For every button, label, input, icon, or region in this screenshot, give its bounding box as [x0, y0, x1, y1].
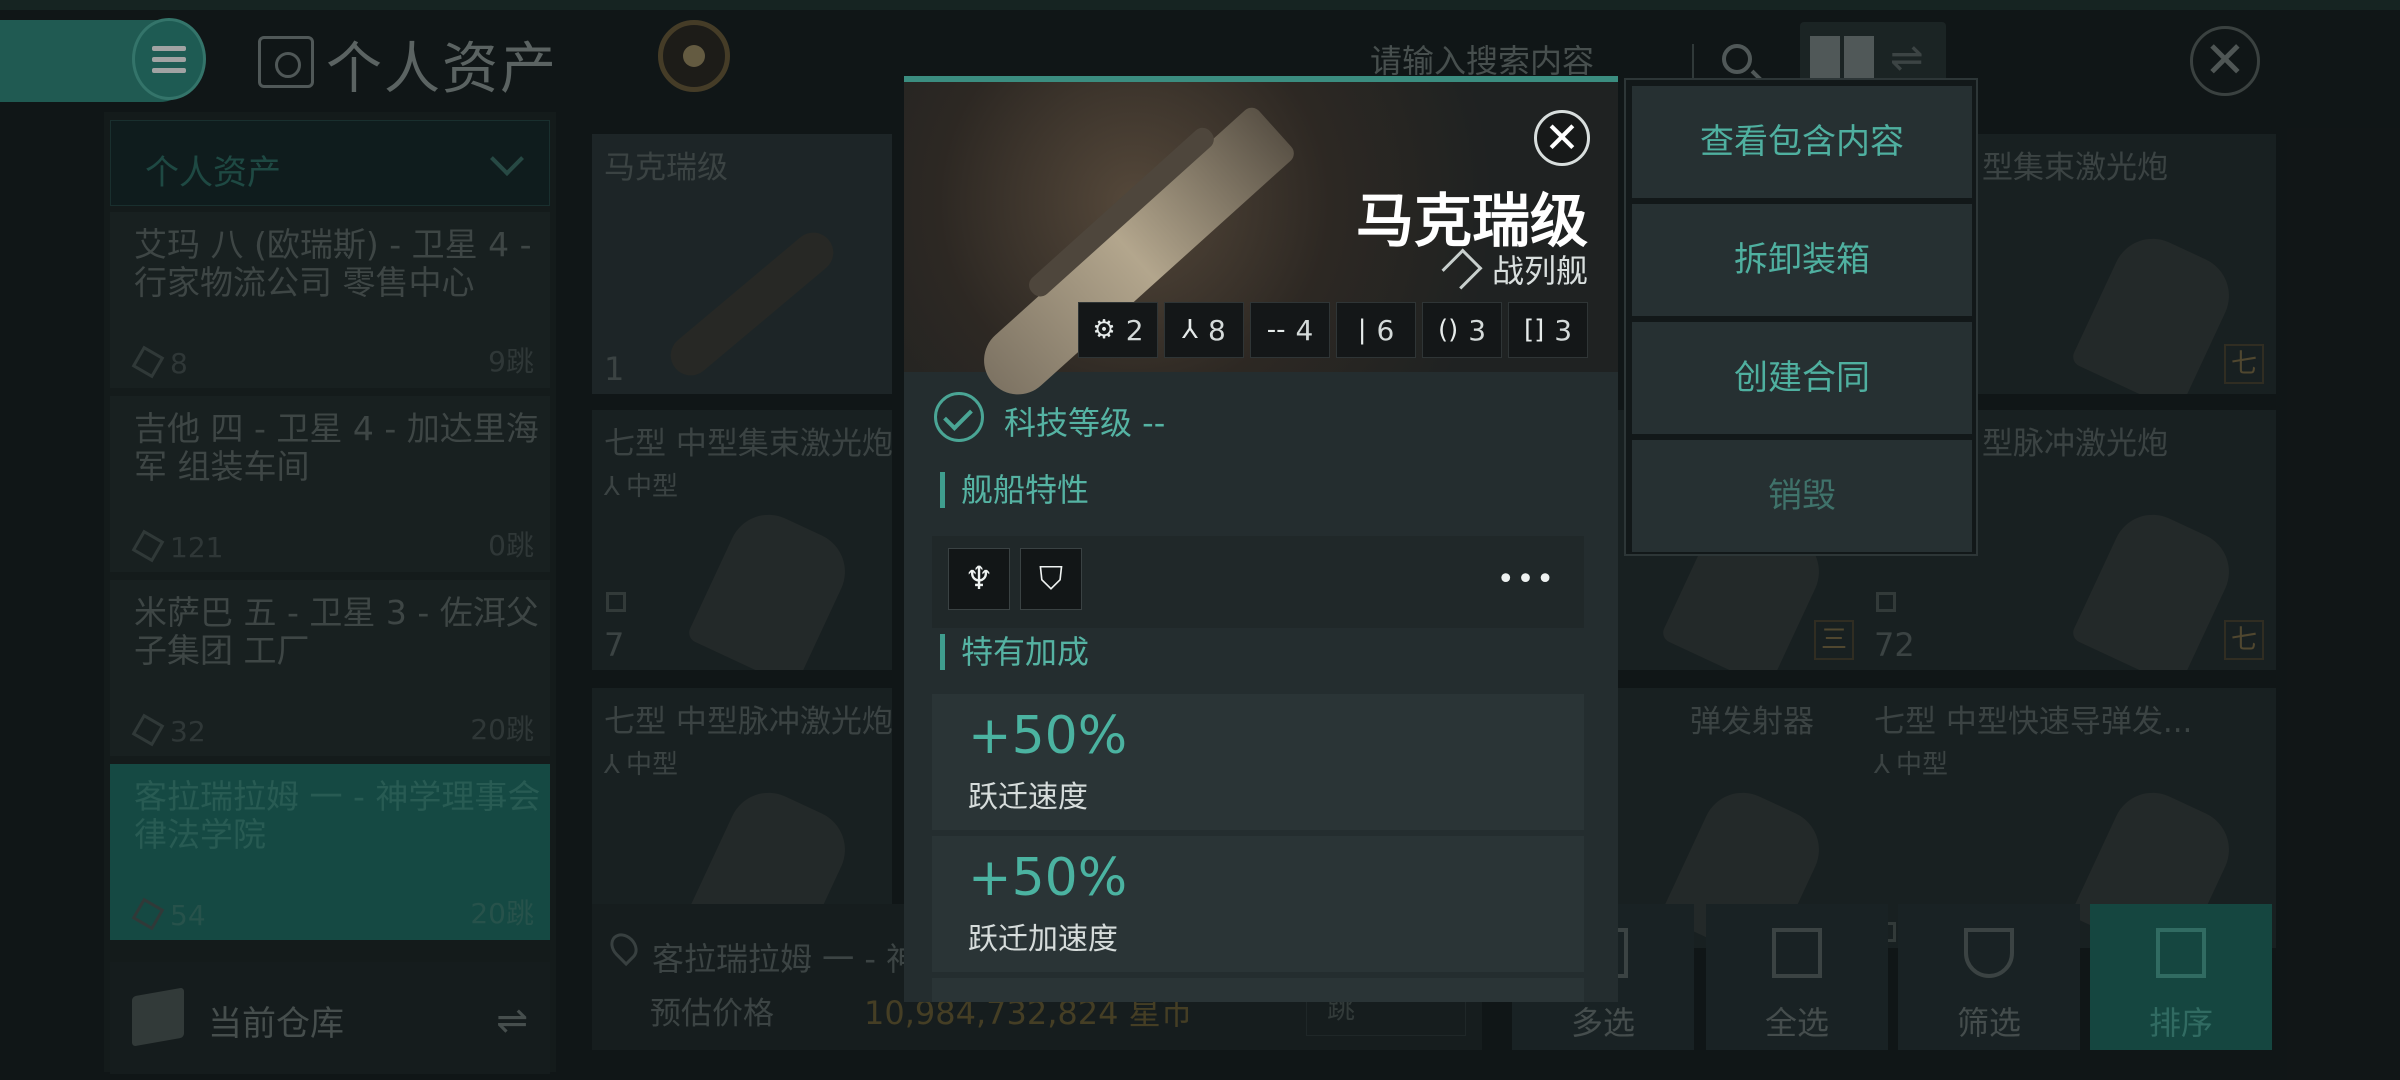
tech-level: 科技等级 -- [1004, 404, 1166, 442]
rig-slot-icon: () [1437, 315, 1459, 345]
slot-turret: ⅄ 8 [1164, 302, 1244, 358]
high-slot-icon: ⚙ [1092, 315, 1116, 345]
bonus-value: 一秒 [968, 990, 1072, 1002]
low-slot-icon: | [1357, 315, 1367, 345]
bonus-value: +50% [968, 848, 1128, 908]
missile-trait-icon[interactable]: ♆ [948, 548, 1010, 610]
slot-rig: () 3 [1422, 302, 1502, 358]
slot-mid: -- 4 [1250, 302, 1330, 358]
slot-value: 2 [1125, 313, 1144, 347]
subsystem-slot-icon: [] [1523, 315, 1545, 345]
menu-item-view-contents[interactable]: 查看包含内容 [1632, 86, 1972, 198]
slot-value: 3 [1554, 313, 1573, 347]
bonus-card: 一秒 [932, 978, 1584, 1002]
bonus-card: +50% 跃迁加速度 [932, 836, 1584, 972]
slot-value: 6 [1376, 313, 1395, 347]
bonus-value: +50% [968, 706, 1128, 766]
traits-row: ♆ ⛉ ••• [932, 536, 1584, 628]
close-icon[interactable]: ✕ [1534, 110, 1590, 166]
slot-value: 8 [1208, 313, 1226, 347]
slot-value: 3 [1468, 313, 1487, 347]
menu-item-destroy[interactable]: 销毁 [1632, 440, 1972, 552]
mid-slot-icon: -- [1266, 315, 1286, 345]
shield-icon[interactable]: ⛉ [1020, 548, 1082, 610]
ship-image [970, 103, 1298, 409]
check-icon [934, 392, 984, 442]
slot-low: | 6 [1336, 302, 1416, 358]
more-icon[interactable]: ••• [1497, 562, 1556, 597]
bonus-card: +50% 跃迁速度 [932, 694, 1584, 830]
bonus-heading: 特有加成 [940, 634, 1089, 670]
slot-row: ⚙ 2 ⅄ 8 -- 4 | 6 () 3 [] 3 [1078, 302, 1588, 358]
slot-subsystem: [] 3 [1508, 302, 1588, 358]
menu-item-create-contract[interactable]: 创建合同 [1632, 322, 1972, 434]
turret-slot-icon: ⅄ [1182, 315, 1199, 345]
traits-heading: 舰船特性 [940, 472, 1089, 508]
ship-class: 战列舰 [1491, 252, 1588, 290]
bonus-label: 跃迁加速度 [968, 922, 1118, 957]
ship-details-modal: ✕ 马克瑞级 战列舰 ⚙ 2 ⅄ 8 -- 4 | 6 () 3 [] 3 科技等级 -- … [904, 76, 1618, 1002]
ship-hero: ✕ 马克瑞级 战列舰 ⚙ 2 ⅄ 8 -- 4 | 6 () 3 [] 3 [904, 82, 1618, 409]
menu-item-repackage[interactable]: 拆卸装箱 [1632, 204, 1972, 316]
context-menu: 查看包含内容 拆卸装箱 创建合同 销毁 [1624, 78, 1978, 556]
slot-value: 4 [1295, 313, 1314, 347]
bonus-label: 跃迁速度 [968, 780, 1088, 815]
slot-high: ⚙ 2 [1078, 302, 1158, 358]
